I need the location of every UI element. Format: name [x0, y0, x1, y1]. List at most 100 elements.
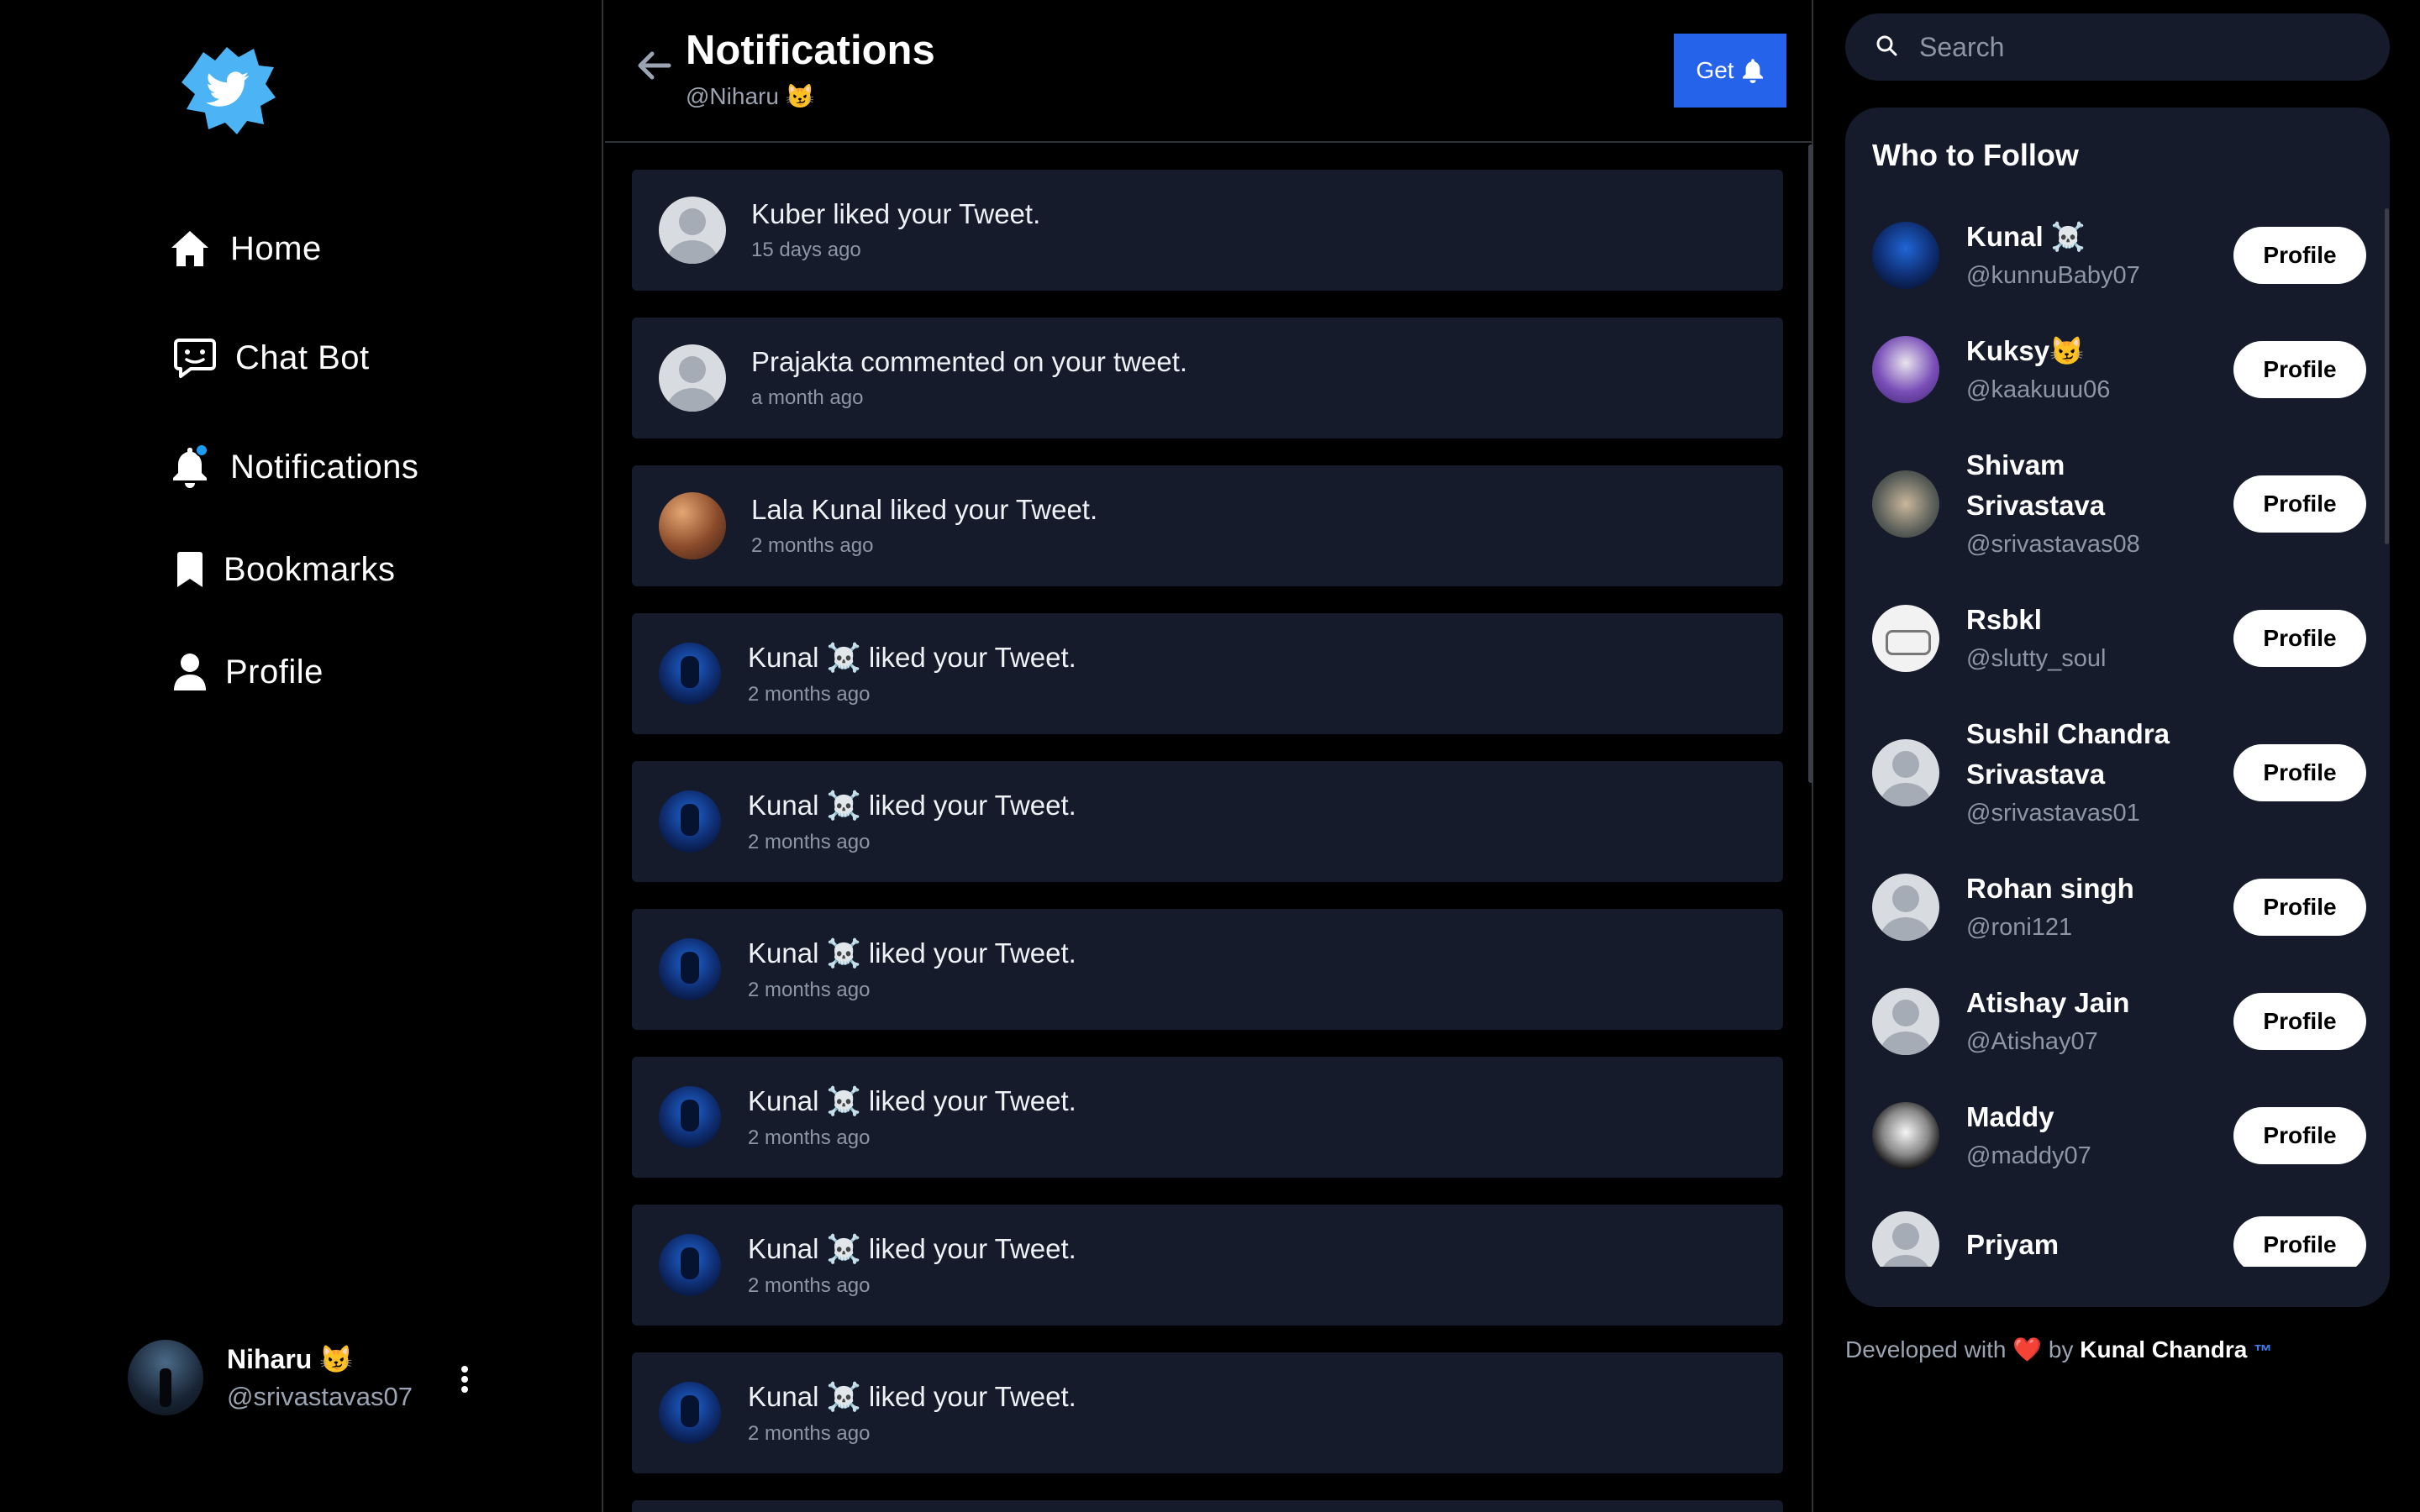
account-handle: @srivastavas07 [227, 1382, 413, 1411]
user-name: Rsbkl [1966, 604, 2042, 635]
profile-button[interactable]: Profile [2233, 879, 2366, 936]
avatar [659, 643, 721, 705]
profile-button[interactable]: Profile [2233, 341, 2366, 398]
notification-body: Prajakta commented on your tweet. a month… [751, 346, 1187, 410]
profile-button[interactable]: Profile [2233, 744, 2366, 801]
bell-icon [166, 444, 213, 491]
nav-item-home[interactable]: Home [166, 218, 418, 279]
notification-body: Kunal ☠️ liked your Tweet. 2 months ago [748, 1381, 1076, 1446]
user-info: Rsbkl @slutty_soul [1966, 600, 2210, 677]
notification-time: 2 months ago [748, 1273, 871, 1297]
nav-item-notifications[interactable]: Notifications [166, 437, 418, 497]
follow-suggestion: Sushil Chandra Srivastava @srivastavas01 P… [1872, 714, 2366, 832]
account-info: Niharu 😼 @srivastavas07 [227, 1343, 413, 1412]
profile-button[interactable]: Profile [2233, 475, 2366, 533]
bell-icon [1742, 59, 1763, 83]
follow-suggestion: Priyam Profile [1872, 1211, 2366, 1267]
user-handle: @kunnuBaby07 [1966, 262, 2140, 289]
search-icon [1876, 34, 1897, 60]
more-options-icon[interactable] [452, 1362, 477, 1396]
chat-icon [171, 334, 218, 381]
nav-item-chat-bot[interactable]: Chat Bot [171, 328, 418, 388]
notification-body: Kunal ☠️ liked your Tweet. 2 months ago [748, 1233, 1076, 1298]
notification-time: 2 months ago [751, 534, 874, 557]
notification-text: Kunal ☠️ liked your Tweet. [748, 641, 1076, 673]
user-info: Maddy @maddy07 [1966, 1097, 2210, 1174]
notification-item[interactable]: Prajakta commented on your tweet. a month… [632, 318, 1783, 438]
notification-time: 15 days ago [751, 239, 861, 261]
notification-body: Kunal ☠️ liked your Tweet. 2 months ago [748, 790, 1076, 854]
notification-text: Kunal ☠️ liked your Tweet. [748, 937, 1076, 969]
notification-item[interactable]: Kunal ☠️ liked your Tweet. 2 months ago [632, 1352, 1783, 1473]
avatar [1872, 874, 1939, 941]
search-input[interactable] [1919, 31, 2356, 63]
user-handle: @Atishay07 [1966, 1028, 2098, 1055]
notification-time: 2 months ago [748, 1421, 871, 1445]
user-handle: @srivastavas08 [1966, 531, 2140, 558]
footer: Developed with ❤️ by Kunal Chandra ™ [1845, 1336, 2272, 1363]
user-name: Priyam [1966, 1229, 2060, 1260]
notifications-column: Notifications @Niharu 😼 Get Kuber liked … [605, 0, 1813, 1512]
user-name: Kunal ☠️ [1966, 221, 2086, 252]
avatar [659, 197, 726, 264]
notification-text: Prajakta commented on your tweet. [751, 346, 1188, 377]
profile-button[interactable]: Profile [2233, 1216, 2366, 1267]
twitter-logo-icon[interactable] [178, 42, 279, 136]
avatar [659, 1086, 721, 1148]
user-name: Atishay Jain [1966, 987, 2130, 1018]
user-handle: @slutty_soul [1966, 645, 2107, 672]
notification-time: 2 months ago [748, 978, 871, 1001]
user-info: Kunal ☠️ @kunnuBaby07 [1966, 217, 2210, 294]
get-notifications-button[interactable]: Get [1674, 34, 1786, 108]
notification-item[interactable]: Kunal ☠️ liked your Tweet. 2 months ago [632, 909, 1783, 1030]
follow-suggestion: Maddy @maddy07 Profile [1872, 1097, 2366, 1174]
nav-label: Bookmarks [224, 550, 396, 588]
notification-item[interactable]: Kunal ☠️ liked your Tweet. 2 months ago [632, 1205, 1783, 1326]
scrollbar[interactable] [2385, 208, 2389, 544]
notification-dot [195, 444, 208, 457]
back-arrow-icon[interactable] [635, 47, 672, 84]
user-name: Kuksy😼 [1966, 335, 2085, 366]
notification-item[interactable]: Lala Kunal liked your Tweet. 2 months ago [632, 465, 1783, 586]
trademark-badge: ™ [2254, 1341, 2273, 1362]
app-root: Home Chat Bot Notifications Bookmarks Pr… [0, 0, 2420, 1512]
notification-item[interactable] [632, 1500, 1783, 1512]
notification-item[interactable]: Kuber liked your Tweet. 15 days ago [632, 170, 1783, 291]
profile-button[interactable]: Profile [2233, 1107, 2366, 1164]
nav-label: Chat Bot [235, 339, 370, 376]
nav-item-bookmarks[interactable]: Bookmarks [166, 539, 418, 600]
follow-suggestion: Kunal ☠️ @kunnuBaby07 Profile [1872, 217, 2366, 294]
notification-text: Kunal ☠️ liked your Tweet. [748, 1232, 1076, 1264]
notification-body: Kunal ☠️ liked your Tweet. 2 months ago [748, 937, 1076, 1002]
avatar [659, 1382, 721, 1444]
follow-suggestion: Kuksy😼 @kaakuuu06 Profile [1872, 331, 2366, 408]
notification-body: Kuber liked your Tweet. 15 days ago [751, 198, 1040, 262]
avatar [1872, 470, 1939, 538]
profile-button[interactable]: Profile [2233, 993, 2366, 1050]
notification-item[interactable]: Kunal ☠️ liked your Tweet. 2 months ago [632, 613, 1783, 734]
user-handle: @roni121 [1966, 914, 2073, 941]
profile-button[interactable]: Profile [2233, 227, 2366, 284]
notification-body: Kunal ☠️ liked your Tweet. 2 months ago [748, 1085, 1076, 1150]
who-to-follow-panel: Who to Follow Kunal ☠️ @kunnuBaby07 Profil… [1845, 108, 2390, 1307]
page-subtitle: @Niharu 😼 [686, 83, 815, 109]
scrollbar[interactable] [1808, 144, 1813, 783]
follow-list: Kunal ☠️ @kunnuBaby07 Profile Kuksy😼 @kaakuu… [1872, 217, 2366, 1267]
user-handle: @srivastavas01 [1966, 800, 2140, 827]
account-switcher[interactable]: Niharu 😼 @srivastavas07 [128, 1337, 481, 1418]
user-info: Shivam Srivastava @srivastavas08 [1966, 445, 2210, 563]
page-title: Notifications [686, 28, 935, 73]
nav-label: Profile [225, 653, 324, 690]
avatar [659, 790, 721, 853]
nav-item-profile[interactable]: Profile [166, 642, 418, 702]
profile-button[interactable]: Profile [2233, 610, 2366, 667]
avatar [1872, 222, 1939, 289]
avatar [1872, 1102, 1939, 1169]
search-bar[interactable] [1845, 13, 2390, 81]
user-name: Shivam Srivastava [1966, 449, 2106, 521]
footer-author: Kunal Chandra [2080, 1336, 2248, 1362]
avatar [1872, 605, 1939, 672]
user-handle: @kaakuuu06 [1966, 376, 2111, 403]
notification-item[interactable]: Kunal ☠️ liked your Tweet. 2 months ago [632, 1057, 1783, 1178]
notification-item[interactable]: Kunal ☠️ liked your Tweet. 2 months ago [632, 761, 1783, 882]
